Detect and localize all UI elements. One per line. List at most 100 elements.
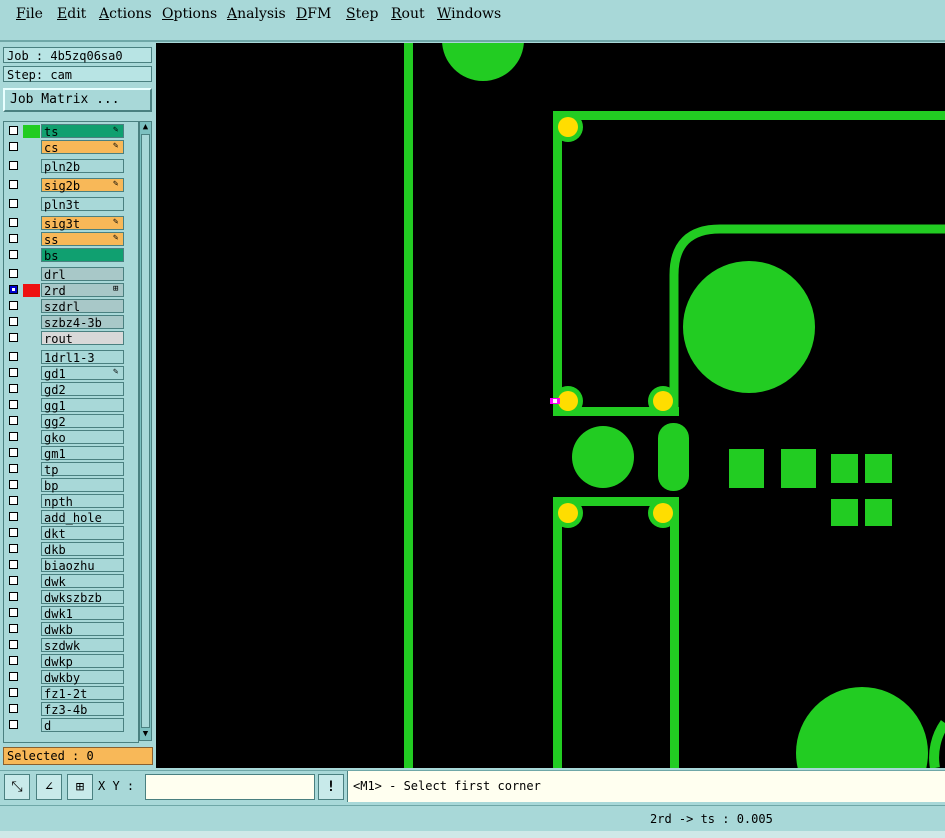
layer-row-dwk[interactable]: dwk [4, 574, 136, 589]
layer-checkbox[interactable] [9, 688, 18, 697]
layer-name[interactable]: szdrl [41, 299, 124, 314]
layer-row-npth[interactable]: npth [4, 494, 136, 509]
layer-checkbox[interactable] [9, 528, 18, 537]
snap-grid-icon[interactable]: ⊞ [67, 774, 93, 800]
layer-row-gd1[interactable]: gd1 ✎ [4, 366, 136, 381]
layer-checkbox[interactable] [9, 218, 18, 227]
menu-rout[interactable]: Rout [391, 6, 425, 22]
layer-row-sig2b[interactable]: sig2b ✎ [4, 178, 136, 193]
layer-name[interactable]: sig2b [41, 178, 124, 193]
layer-row-pln3t[interactable]: pln3t [4, 197, 136, 212]
layer-checkbox[interactable] [9, 480, 18, 489]
layer-row-dkt[interactable]: dkt [4, 526, 136, 541]
graphic-canvas[interactable] [156, 43, 945, 768]
layer-name[interactable]: fz1-2t [41, 686, 124, 701]
layer-name[interactable]: szdwk [41, 638, 124, 653]
layer-checkbox[interactable] [9, 269, 18, 278]
layer-checkbox[interactable] [9, 608, 18, 617]
layer-checkbox[interactable] [9, 432, 18, 441]
layer-row-drl[interactable]: drl [4, 267, 136, 282]
layer-name[interactable]: fz3-4b [41, 702, 124, 717]
layer-row-2rd[interactable]: 2rd ⊞ [4, 283, 136, 298]
menu-file[interactable]: File [16, 6, 43, 22]
scroll-thumb[interactable] [141, 134, 150, 728]
zoom-area-icon[interactable]: ⤡ [4, 774, 30, 800]
layer-checkbox[interactable] [9, 180, 18, 189]
layer-row-d[interactable]: d [4, 718, 136, 733]
layer-checkbox[interactable] [9, 161, 18, 170]
layer-row-fz1-2t[interactable]: fz1-2t [4, 686, 136, 701]
layer-checkbox[interactable] [9, 544, 18, 553]
layer-checkbox[interactable] [9, 720, 18, 729]
layer-name[interactable]: gd2 [41, 382, 124, 397]
layer-row-gd2[interactable]: gd2 [4, 382, 136, 397]
scroll-up-icon[interactable]: ▲ [140, 122, 151, 133]
layer-row-dwkb[interactable]: dwkb [4, 622, 136, 637]
menu-actions[interactable]: Actions [99, 6, 152, 22]
layer-checkbox[interactable] [9, 285, 18, 294]
layer-checkbox[interactable] [9, 333, 18, 342]
layer-name[interactable]: dwkb [41, 622, 124, 637]
layer-name[interactable]: dwk [41, 574, 124, 589]
layer-name[interactable]: tp [41, 462, 124, 477]
layer-name[interactable]: gd1 [41, 366, 124, 381]
layer-name[interactable]: add_hole [41, 510, 124, 525]
layer-name[interactable]: drl [41, 267, 124, 282]
layer-name[interactable]: gg2 [41, 414, 124, 429]
layer-name[interactable]: cs [41, 140, 124, 155]
layer-row-cs[interactable]: cs ✎ [4, 140, 136, 155]
layer-checkbox[interactable] [9, 512, 18, 521]
layer-checkbox[interactable] [9, 448, 18, 457]
layer-row-pln2b[interactable]: pln2b [4, 159, 136, 174]
layer-checkbox[interactable] [9, 400, 18, 409]
layer-checkbox[interactable] [9, 317, 18, 326]
layer-name[interactable]: npth [41, 494, 124, 509]
layer-row-biaozhu[interactable]: biaozhu [4, 558, 136, 573]
measure-icon[interactable]: ∠ [36, 774, 62, 800]
layer-row-sig3t[interactable]: sig3t ✎ [4, 216, 136, 231]
warning-icon[interactable]: ! [318, 774, 344, 800]
layer-name[interactable]: d [41, 718, 124, 733]
layer-checkbox[interactable] [9, 656, 18, 665]
layer-row-gko[interactable]: gko [4, 430, 136, 445]
layer-checkbox[interactable] [9, 352, 18, 361]
layer-name[interactable]: dkb [41, 542, 124, 557]
layer-row-add_hole[interactable]: add_hole [4, 510, 136, 525]
layer-row-szbz4-3b[interactable]: szbz4-3b [4, 315, 136, 330]
layer-row-dwk1[interactable]: dwk1 [4, 606, 136, 621]
layer-name[interactable]: pln2b [41, 159, 124, 174]
layer-name[interactable]: ts [41, 124, 124, 139]
layer-row-rout[interactable]: rout [4, 331, 136, 346]
layer-row-bp[interactable]: bp [4, 478, 136, 493]
scroll-down-icon[interactable]: ▼ [140, 729, 151, 740]
layer-row-tp[interactable]: tp [4, 462, 136, 477]
layer-name[interactable]: sig3t [41, 216, 124, 231]
layer-name[interactable]: biaozhu [41, 558, 124, 573]
layer-checkbox[interactable] [9, 560, 18, 569]
menu-dfm[interactable]: DFM [296, 6, 331, 22]
layer-checkbox[interactable] [9, 624, 18, 633]
layer-checkbox[interactable] [9, 496, 18, 505]
layer-name[interactable]: dwkby [41, 670, 124, 685]
layer-name[interactable]: dwkp [41, 654, 124, 669]
menu-edit[interactable]: Edit [57, 6, 86, 22]
menu-windows[interactable]: Windows [437, 6, 501, 22]
layer-checkbox[interactable] [9, 234, 18, 243]
layer-row-szdrl[interactable]: szdrl [4, 299, 136, 314]
layer-name[interactable]: dwk1 [41, 606, 124, 621]
layer-name[interactable]: dwkszbzb [41, 590, 124, 605]
layer-checkbox[interactable] [9, 416, 18, 425]
layer-checkbox[interactable] [9, 592, 18, 601]
layer-row-szdwk[interactable]: szdwk [4, 638, 136, 653]
layer-row-fz3-4b[interactable]: fz3-4b [4, 702, 136, 717]
layer-name[interactable]: gko [41, 430, 124, 445]
layer-name[interactable]: rout [41, 331, 124, 346]
menu-analysis[interactable]: Analysis [227, 6, 286, 22]
layer-name[interactable]: ss [41, 232, 124, 247]
layer-checkbox[interactable] [9, 142, 18, 151]
layer-row-dkb[interactable]: dkb [4, 542, 136, 557]
layer-checkbox[interactable] [9, 640, 18, 649]
layer-checkbox[interactable] [9, 250, 18, 259]
layer-row-gm1[interactable]: gm1 [4, 446, 136, 461]
layer-row-dwkp[interactable]: dwkp [4, 654, 136, 669]
